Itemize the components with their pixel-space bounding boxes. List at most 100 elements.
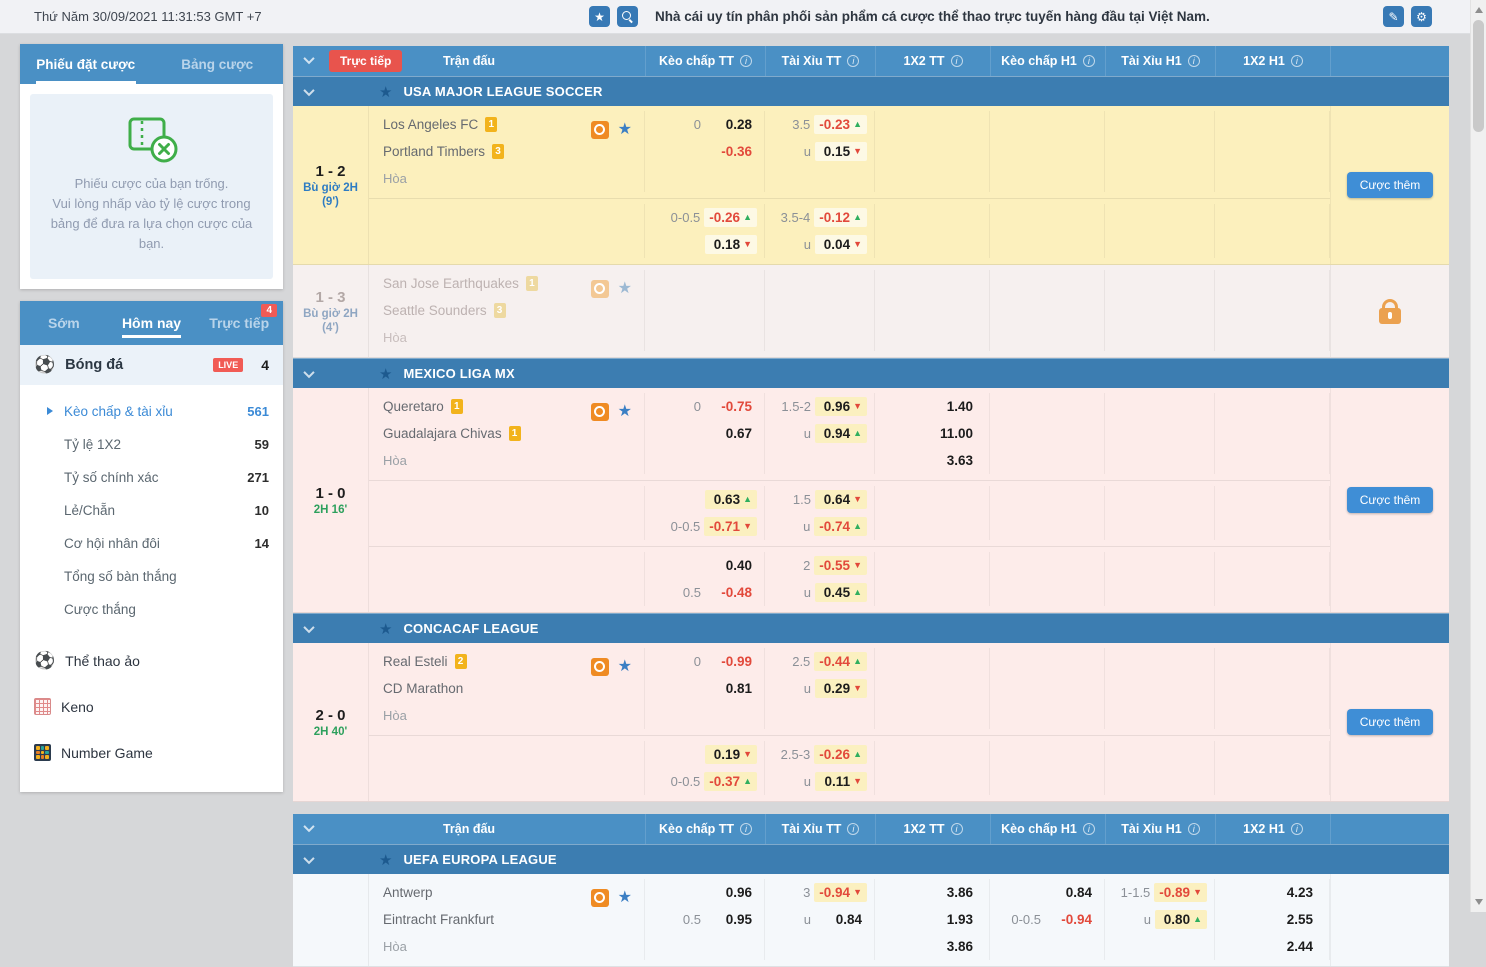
favorite-star-icon[interactable]: ★ (618, 281, 632, 297)
more-bets-button[interactable]: Cược thêm (1347, 487, 1434, 513)
sidebar-market-item[interactable]: Tổng số bàn thắng (20, 560, 283, 593)
info-icon[interactable]: i (847, 55, 859, 67)
more-markets-icon[interactable] (591, 280, 609, 298)
favorites-icon[interactable]: ★ (589, 6, 610, 27)
odds-cell[interactable]: 0.04▼ (815, 235, 867, 254)
odds-cell[interactable]: 0.29▼ (815, 679, 867, 698)
info-icon[interactable]: i (740, 55, 752, 67)
info-icon[interactable]: i (1291, 823, 1303, 835)
odds-cell[interactable]: -0.74▲ (814, 517, 867, 536)
info-icon[interactable]: i (847, 823, 859, 835)
odds-cell[interactable]: 0.19▼ (705, 745, 757, 764)
sidebar-market-item[interactable]: Cược thắng (20, 593, 283, 626)
more-markets-icon[interactable] (591, 889, 609, 907)
odds-cell[interactable]: 0.15▼ (815, 142, 867, 161)
tab-early[interactable]: Sớm (20, 301, 108, 345)
search-icon[interactable] (617, 6, 638, 27)
sidebar-item-thể-thao-ảo[interactable]: ⚽Thể thao ảo (20, 638, 283, 684)
odds-cell[interactable]: 0.67 (705, 424, 757, 443)
favorite-star-icon[interactable]: ★ (618, 404, 632, 420)
page-scrollbar[interactable] (1470, 0, 1486, 912)
more-markets-icon[interactable] (591, 658, 609, 676)
league-star-icon[interactable]: ★ (379, 83, 392, 101)
chevron-down-icon[interactable] (303, 53, 314, 64)
sidebar-item-keno[interactable]: Keno (20, 684, 283, 730)
odds-cell[interactable]: -0.36 (705, 142, 757, 161)
sidebar-market-item[interactable]: Tỷ lệ 1X259 (20, 428, 283, 461)
chevron-down-icon[interactable] (303, 821, 314, 832)
odds-1x2-value[interactable]: 11.00 (875, 420, 989, 447)
more-markets-icon[interactable] (591, 403, 609, 421)
tab-today[interactable]: Hôm nay (108, 301, 196, 345)
info-icon[interactable]: i (1083, 823, 1095, 835)
odds-1x2-value[interactable]: 3.86 (875, 879, 989, 906)
odds-cell[interactable]: 0.11▼ (815, 772, 867, 791)
odds-cell[interactable]: 0.94▲ (815, 424, 867, 443)
odds-cell[interactable]: 0.84 (815, 910, 867, 929)
tab-bet-board[interactable]: Bảng cược (152, 44, 284, 84)
odds-1x2-value[interactable]: 2.44 (1215, 933, 1329, 960)
info-icon[interactable]: i (951, 823, 963, 835)
odds-1x2-value[interactable]: 2.55 (1215, 906, 1329, 933)
odds-cell[interactable]: 0.96 (705, 883, 757, 902)
odds-cell[interactable]: -0.94▼ (814, 883, 867, 902)
odds-cell[interactable]: -0.75 (705, 397, 757, 416)
info-icon[interactable]: i (1083, 55, 1095, 67)
odds-cell[interactable]: -0.23▲ (814, 115, 867, 134)
chevron-down-icon[interactable] (303, 621, 314, 632)
odds-cell[interactable]: 0.28 (705, 115, 757, 134)
odds-cell[interactable]: -0.37▲ (704, 772, 757, 791)
odds-cell[interactable]: 0.96▼ (815, 397, 867, 416)
odds-cell[interactable]: 0.81 (705, 679, 757, 698)
sidebar-item-football[interactable]: ⚽ Bóng đá LIVE 4 (20, 345, 283, 385)
more-bets-button[interactable]: Cược thêm (1347, 709, 1434, 735)
odds-cell[interactable]: 0.64▼ (815, 490, 867, 509)
odds-cell[interactable]: 0.18▼ (705, 235, 757, 254)
odds-1x2-value[interactable]: 3.63 (875, 447, 989, 474)
info-icon[interactable]: i (1188, 55, 1200, 67)
info-icon[interactable]: i (951, 55, 963, 67)
odds-1x2-value[interactable]: 1.93 (875, 906, 989, 933)
odds-1x2-value[interactable]: 4.23 (1215, 879, 1329, 906)
odds-cell[interactable]: -0.12▲ (814, 208, 867, 227)
scroll-down-arrow-icon[interactable] (1475, 899, 1483, 905)
more-markets-icon[interactable] (591, 121, 609, 139)
odds-cell[interactable]: -0.26▲ (814, 745, 867, 764)
sidebar-item-number-game[interactable]: Number Game (20, 730, 283, 776)
odds-cell[interactable]: -0.44▲ (814, 652, 867, 671)
odds-cell[interactable]: -0.71▼ (704, 517, 757, 536)
scrollbar-thumb[interactable] (1473, 20, 1484, 132)
odds-cell[interactable]: 0.80▲ (1155, 910, 1207, 929)
odds-1x2-value[interactable]: 3.86 (875, 933, 989, 960)
settings-gear-icon[interactable]: ⚙ (1411, 6, 1432, 27)
league-star-icon[interactable]: ★ (379, 365, 392, 383)
chevron-down-icon[interactable] (303, 84, 314, 95)
odds-cell[interactable]: 0.84 (1045, 883, 1097, 902)
odds-cell[interactable]: -0.94 (1045, 910, 1097, 929)
odds-cell[interactable]: -0.99 (705, 652, 757, 671)
info-icon[interactable]: i (1188, 823, 1200, 835)
odds-cell[interactable]: 0.40 (705, 556, 757, 575)
odds-cell[interactable]: -0.55▼ (814, 556, 867, 575)
tab-bet-slip[interactable]: Phiếu đặt cược (20, 44, 152, 84)
chevron-down-icon[interactable] (303, 852, 314, 863)
odds-1x2-value[interactable]: 1.40 (875, 393, 989, 420)
odds-cell[interactable]: -0.89▼ (1154, 883, 1207, 902)
league-star-icon[interactable]: ★ (379, 851, 392, 869)
odds-cell[interactable]: 0.45▲ (815, 583, 867, 602)
sidebar-market-item[interactable]: Kèo chấp & tài xỉu561 (20, 395, 283, 428)
league-star-icon[interactable]: ★ (379, 620, 392, 638)
scroll-up-arrow-icon[interactable] (1475, 7, 1483, 13)
odds-cell[interactable]: 0.63▲ (705, 490, 757, 509)
chevron-down-icon[interactable] (303, 366, 314, 377)
sidebar-market-item[interactable]: Tỷ số chính xác271 (20, 461, 283, 494)
favorite-star-icon[interactable]: ★ (618, 122, 632, 138)
more-bets-button[interactable]: Cược thêm (1347, 172, 1434, 198)
sidebar-market-item[interactable]: Lẻ/Chẵn10 (20, 494, 283, 527)
odds-cell[interactable]: 0.95 (705, 910, 757, 929)
favorite-star-icon[interactable]: ★ (618, 659, 632, 675)
favorite-star-icon[interactable]: ★ (618, 890, 632, 906)
live-filter-badge[interactable]: Trực tiếp (329, 50, 402, 72)
odds-cell[interactable]: -0.26▲ (704, 208, 757, 227)
info-icon[interactable]: i (1291, 55, 1303, 67)
